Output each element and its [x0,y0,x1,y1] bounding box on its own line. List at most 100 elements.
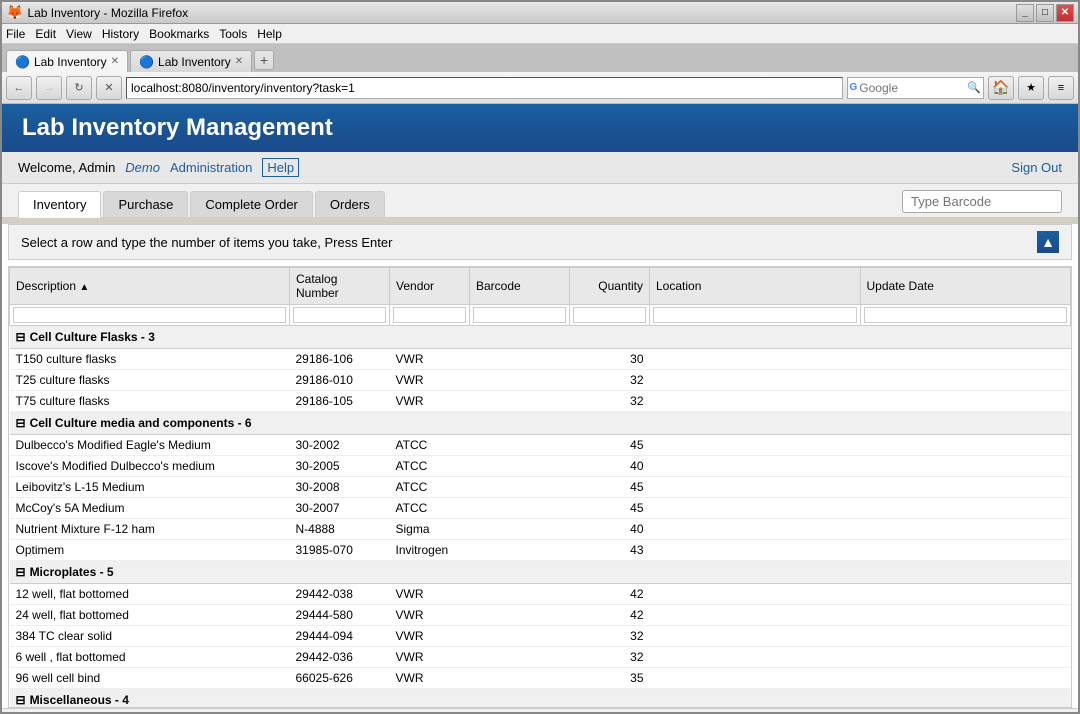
group-toggle-3[interactable]: ⊟ [16,693,26,707]
filter-quantity-input[interactable] [573,307,646,323]
back-button[interactable]: ← [6,76,32,100]
menu-bookmarks[interactable]: Bookmarks [149,27,209,41]
col-catalog[interactable]: Catalog Number [290,268,390,305]
window-controls[interactable]: _ □ ✕ [1016,4,1074,22]
minimize-button[interactable]: _ [1016,4,1034,22]
col-barcode[interactable]: Barcode [470,268,570,305]
nav-administration[interactable]: Administration [170,160,252,175]
sign-out-link[interactable]: Sign Out [1011,160,1062,175]
cell-update-date [860,605,1071,626]
table-row[interactable]: T25 culture flasks 29186-010 VWR 32 [10,370,1071,391]
search-icon[interactable]: 🔍 [967,81,981,94]
filter-catalog-input[interactable] [293,307,386,323]
tab2-close[interactable]: ✕ [235,56,243,67]
table-scroll-area[interactable]: Description ▲ Catalog Number Vendor Barc… [9,267,1071,707]
cell-quantity: 32 [570,647,650,668]
cell-location [650,668,861,689]
group-row[interactable]: ⊟Cell Culture Flasks - 3 [10,326,1071,349]
cell-quantity: 30 [570,349,650,370]
menu-file[interactable]: File [6,27,25,41]
menu-help[interactable]: Help [257,27,282,41]
tab-purchase[interactable]: Purchase [103,191,188,217]
filter-description-input[interactable] [13,307,286,323]
group-toggle-0[interactable]: ⊟ [16,330,26,344]
cell-description: McCoy's 5A Medium [10,498,290,519]
filter-barcode-input[interactable] [473,307,566,323]
filter-vendor-input[interactable] [393,307,466,323]
table-row[interactable]: Nutrient Mixture F-12 ham N-4888 Sigma 4… [10,519,1071,540]
tab-orders[interactable]: Orders [315,191,385,217]
maximize-button[interactable]: □ [1036,4,1054,22]
group-toggle-2[interactable]: ⊟ [16,565,26,579]
table-row[interactable]: 24 well, flat bottomed 29444-580 VWR 42 [10,605,1071,626]
table-row[interactable]: Optimem 31985-070 Invitrogen 43 [10,540,1071,561]
table-row[interactable]: 384 TC clear solid 29444-094 VWR 32 [10,626,1071,647]
menu-history[interactable]: History [102,27,139,41]
menu-tools[interactable]: Tools [219,27,247,41]
filter-barcode[interactable] [470,305,570,326]
table-row[interactable]: T75 culture flasks 29186-105 VWR 32 [10,391,1071,412]
cell-description: 384 TC clear solid [10,626,290,647]
home-button[interactable]: 🏠 [988,76,1014,100]
cell-description: 12 well, flat bottomed [10,584,290,605]
close-button[interactable]: ✕ [1056,4,1074,22]
col-update-date[interactable]: Update Date [860,268,1071,305]
cell-barcode [470,498,570,519]
cell-vendor: VWR [390,605,470,626]
nav-help[interactable]: Help [262,158,299,177]
menu-edit[interactable]: Edit [35,27,56,41]
forward-button[interactable]: → [36,76,62,100]
cell-location [650,519,861,540]
table-row[interactable]: Leibovitz's L-15 Medium 30-2008 ATCC 45 [10,477,1071,498]
table-row[interactable]: T150 culture flasks 29186-106 VWR 30 [10,349,1071,370]
nav-demo[interactable]: Demo [125,160,160,175]
table-body: ⊟Cell Culture Flasks - 3 T150 culture fl… [10,326,1071,708]
search-input[interactable] [857,81,967,95]
new-tab-button[interactable]: + [254,50,274,70]
tab1-close[interactable]: ✕ [111,56,119,67]
group-row[interactable]: ⊟Miscellaneous - 4 [10,689,1071,708]
col-vendor[interactable]: Vendor [390,268,470,305]
tab-inventory[interactable]: Inventory [18,191,101,218]
bookmark-star[interactable]: ★ [1018,76,1044,100]
col-quantity[interactable]: Quantity [570,268,650,305]
tools-button[interactable]: ≡ [1048,76,1074,100]
col-location[interactable]: Location [650,268,861,305]
inventory-table: Description ▲ Catalog Number Vendor Barc… [9,267,1071,707]
table-row[interactable]: McCoy's 5A Medium 30-2007 ATCC 45 [10,498,1071,519]
tab-complete-order[interactable]: Complete Order [190,191,312,217]
table-row[interactable]: Dulbecco's Modified Eagle's Medium 30-20… [10,435,1071,456]
cell-vendor: ATCC [390,456,470,477]
cell-catalog: 30-2007 [290,498,390,519]
reload-button[interactable]: ↻ [66,76,92,100]
filter-date-input[interactable] [864,307,1068,323]
browser-tab-2[interactable]: 🔵 Lab Inventory ✕ [130,50,252,72]
group-row[interactable]: ⊟Microplates - 5 [10,561,1071,584]
filter-vendor[interactable] [390,305,470,326]
cell-location [650,477,861,498]
group-row[interactable]: ⊟Cell Culture media and components - 6 [10,412,1071,435]
filter-description[interactable] [10,305,290,326]
table-row[interactable]: 96 well cell bind 66025-626 VWR 35 [10,668,1071,689]
cell-barcode [470,605,570,626]
table-row[interactable]: Iscove's Modified Dulbecco's medium 30-2… [10,456,1071,477]
cell-quantity: 35 [570,668,650,689]
filter-catalog[interactable] [290,305,390,326]
url-bar[interactable] [126,77,843,99]
filter-quantity[interactable] [570,305,650,326]
filter-location[interactable] [650,305,861,326]
browser-tab-1[interactable]: 🔵 Lab Inventory ✕ [6,50,128,72]
table-row[interactable]: 12 well, flat bottomed 29442-038 VWR 42 [10,584,1071,605]
table-row[interactable]: 6 well , flat bottomed 29442-036 VWR 32 [10,647,1071,668]
stop-button[interactable]: ✕ [96,76,122,100]
cell-barcode [470,584,570,605]
instruction-toggle-btn[interactable]: ▲ [1037,231,1059,253]
barcode-input[interactable] [902,190,1062,213]
cell-quantity: 32 [570,370,650,391]
instruction-bar: Select a row and type the number of item… [8,224,1072,260]
col-description[interactable]: Description ▲ [10,268,290,305]
menu-view[interactable]: View [66,27,92,41]
filter-location-input[interactable] [653,307,857,323]
group-toggle-1[interactable]: ⊟ [16,416,26,430]
filter-date[interactable] [860,305,1071,326]
